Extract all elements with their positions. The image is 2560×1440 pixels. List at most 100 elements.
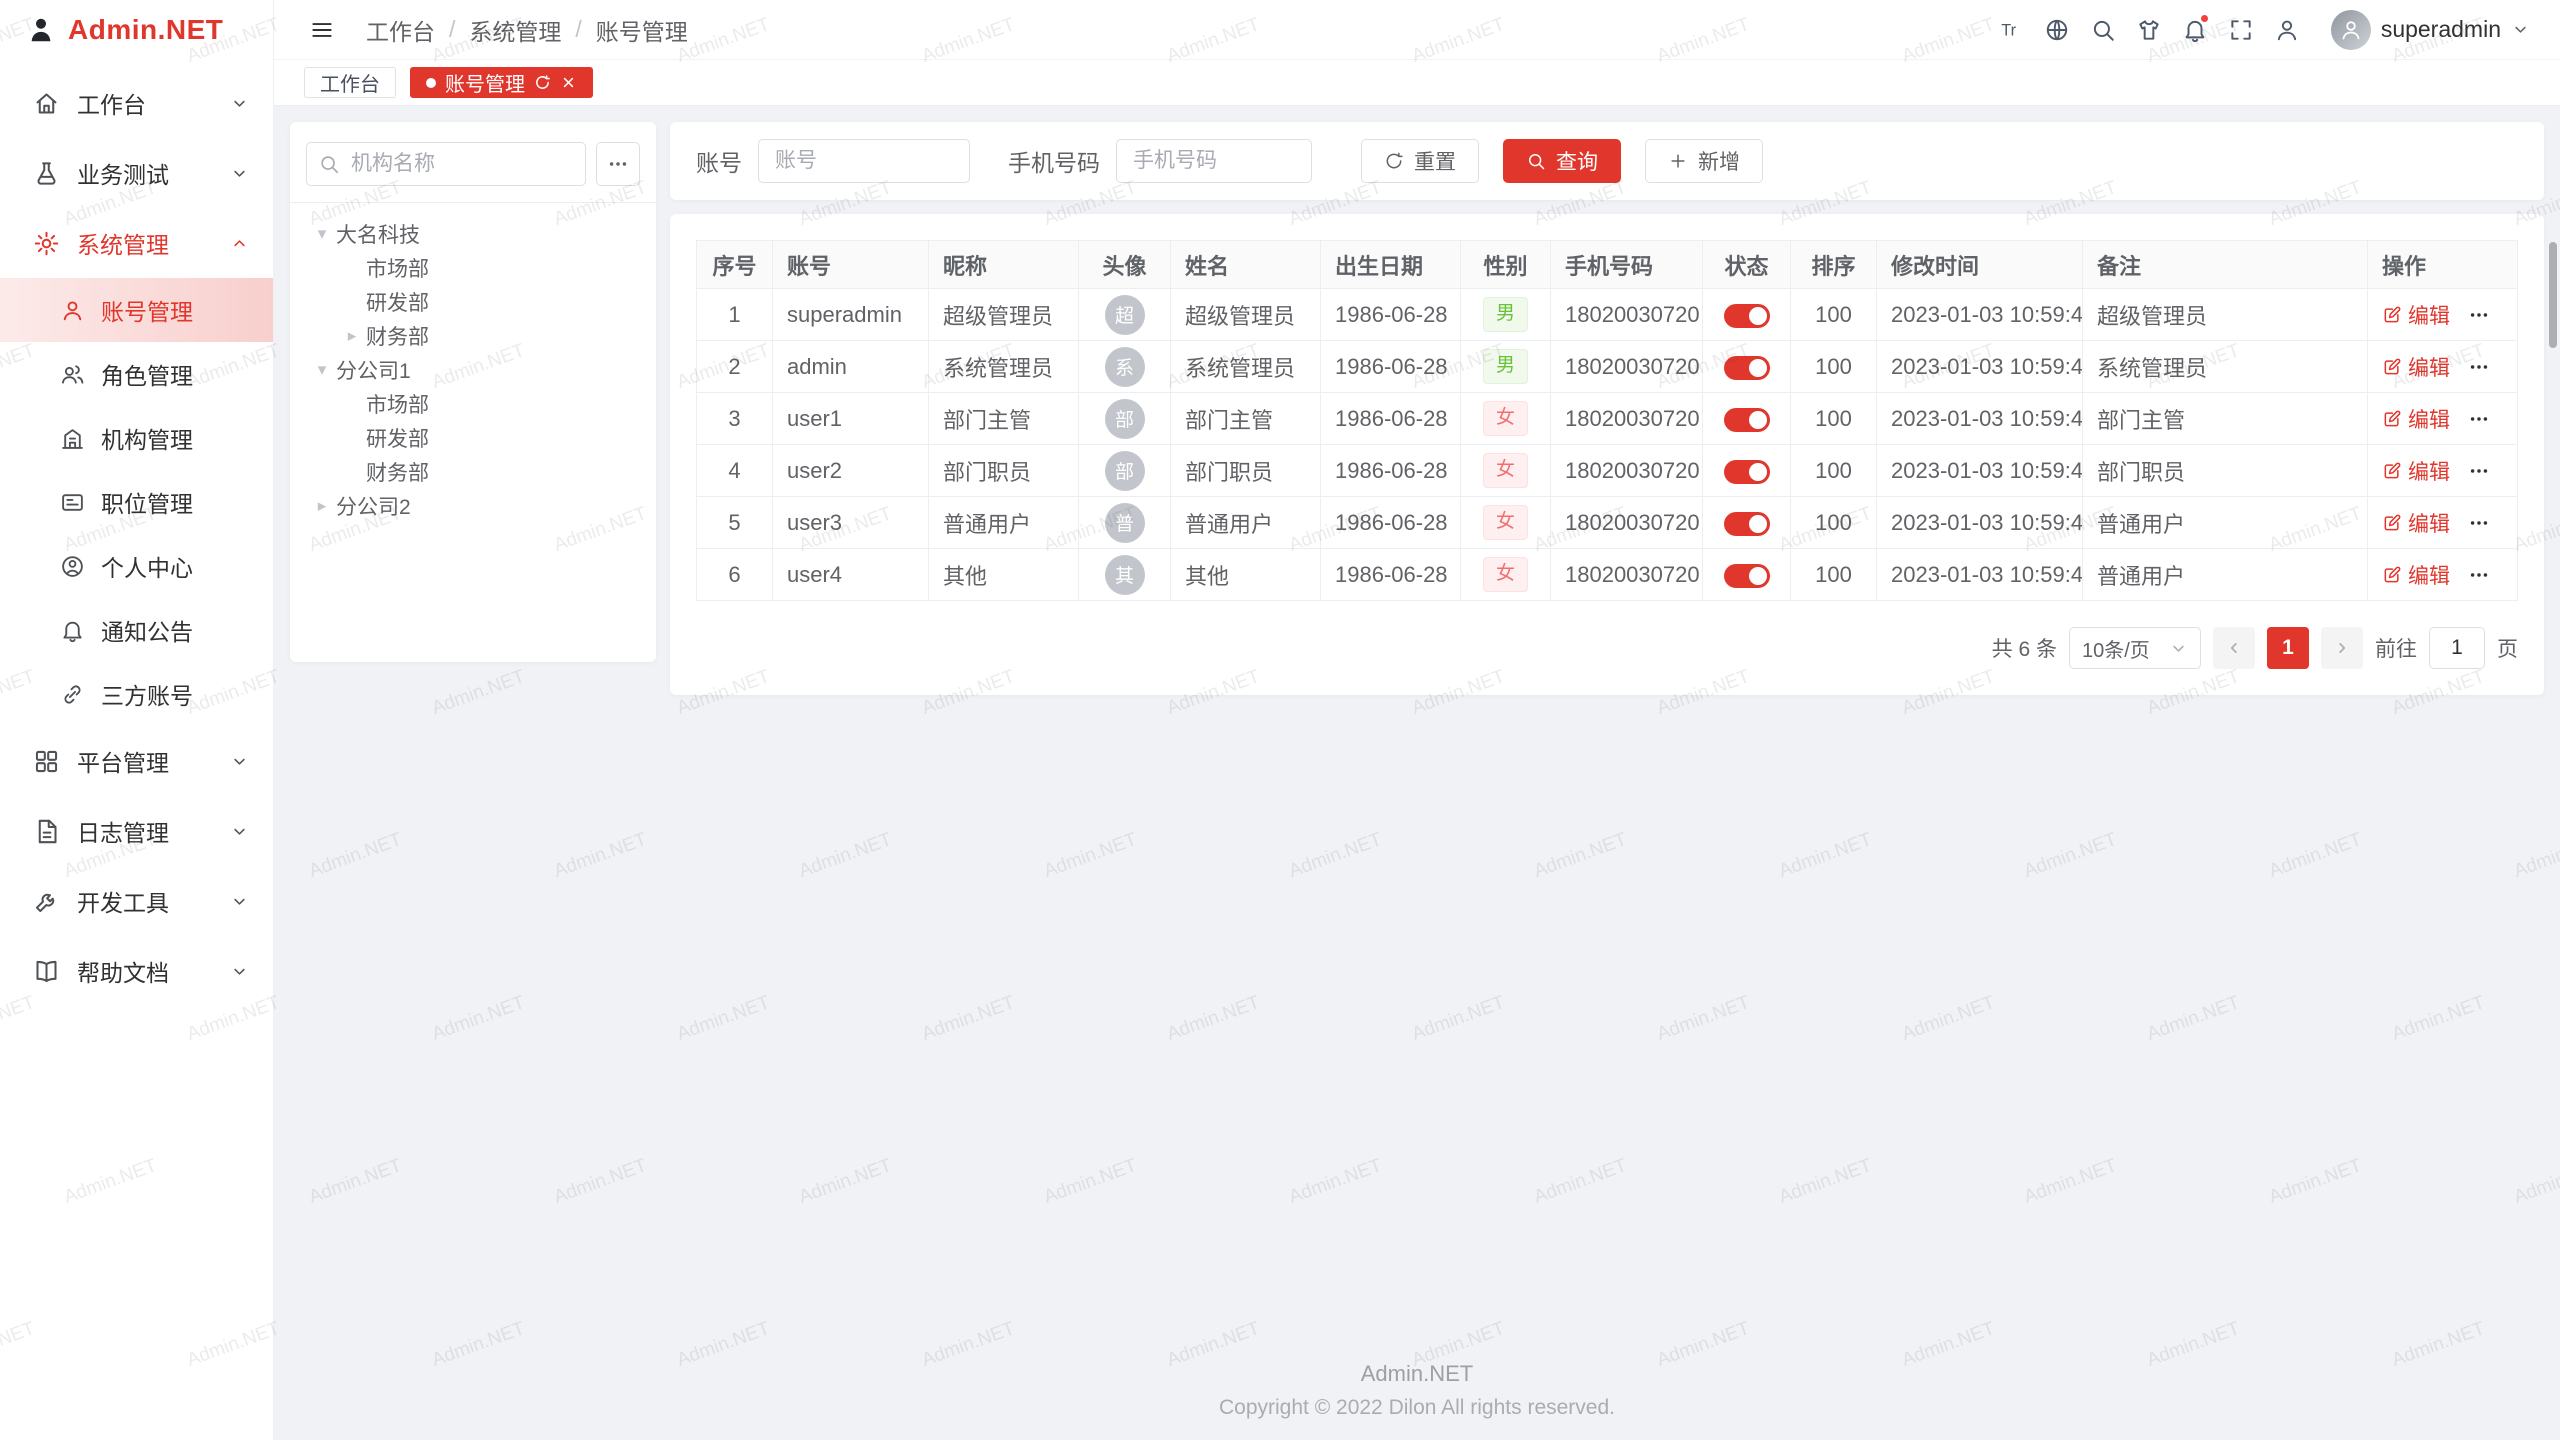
sidebar-item-help-docs[interactable]: 帮助文档 xyxy=(0,936,273,1006)
cell-gender: 男 xyxy=(1461,341,1551,393)
add-button[interactable]: 新增 xyxy=(1645,139,1763,183)
edit-button[interactable]: 编辑 xyxy=(2382,560,2450,590)
search-button[interactable]: 查询 xyxy=(1503,139,1621,183)
sidebar-subitem-third-account[interactable]: 三方账号 xyxy=(0,662,273,726)
sidebar-subitem-role-manage[interactable]: 角色管理 xyxy=(0,342,273,406)
component-size-button[interactable] xyxy=(2035,8,2079,52)
submenu-system-manage: 账号管理角色管理机构管理职位管理个人中心通知公告三方账号 xyxy=(0,278,273,726)
goto-page-input[interactable] xyxy=(2429,627,2485,669)
sidebar-subitem-account-manage[interactable]: 账号管理 xyxy=(0,278,273,342)
cell-gender: 女 xyxy=(1461,497,1551,549)
table-row: 4user2部门职员部部门职员1986-06-28女18020030720100… xyxy=(697,445,2518,497)
footer-title: Admin.NET xyxy=(274,1361,2560,1387)
edit-button[interactable]: 编辑 xyxy=(2382,508,2450,538)
cell-name: 普通用户 xyxy=(1171,497,1321,549)
row-more-button[interactable] xyxy=(2468,408,2490,430)
globe-icon xyxy=(2044,17,2070,43)
gender-badge: 女 xyxy=(1483,557,1528,592)
sidebar-item-dev-tools[interactable]: 开发工具 xyxy=(0,866,273,936)
sidebar-subitem-label: 职位管理 xyxy=(101,485,249,519)
status-switch[interactable] xyxy=(1724,460,1770,484)
edit-button[interactable]: 编辑 xyxy=(2382,300,2450,330)
tree-node-label: 研发部 xyxy=(366,287,429,317)
account-input[interactable] xyxy=(758,139,970,183)
org-search-input[interactable] xyxy=(306,142,586,186)
notifications-button[interactable] xyxy=(2173,8,2217,52)
org-more-button[interactable] xyxy=(596,142,640,186)
chevron-down-icon xyxy=(230,892,249,911)
tree-node[interactable]: ▸分公司2 xyxy=(300,489,646,523)
tree-node[interactable]: ▸财务部 xyxy=(300,319,646,353)
sidebar-subitem-org-manage[interactable]: 机构管理 xyxy=(0,406,273,470)
cell-modified-time: 2023-01-03 10:59:44 xyxy=(1877,445,2083,497)
tree-node[interactable]: ▾分公司1 xyxy=(300,353,646,387)
sidebar-item-log-manage[interactable]: 日志管理 xyxy=(0,796,273,866)
prev-page-button[interactable] xyxy=(2213,627,2255,669)
tab-account-manage[interactable]: 账号管理 xyxy=(410,67,593,98)
status-switch[interactable] xyxy=(1724,356,1770,380)
caret-right-icon[interactable]: ▸ xyxy=(308,496,336,516)
row-more-button[interactable] xyxy=(2468,512,2490,534)
user-menu[interactable]: superadmin xyxy=(2331,10,2530,50)
caret-down-icon[interactable]: ▾ xyxy=(308,224,336,244)
page-size-select[interactable]: 10条/页 xyxy=(2069,627,2201,669)
hamburger-button[interactable] xyxy=(300,8,344,52)
reset-button[interactable]: 重置 xyxy=(1361,139,1479,183)
breadcrumb-item[interactable]: 系统管理 xyxy=(469,13,561,47)
topbar: 工作台/系统管理/账号管理 superadmin xyxy=(274,0,2560,60)
status-switch[interactable] xyxy=(1724,564,1770,588)
sidebar-item-workbench[interactable]: 工作台 xyxy=(0,68,273,138)
tree-node[interactable]: 研发部 xyxy=(300,285,646,319)
sidebar-subitem-notice[interactable]: 通知公告 xyxy=(0,598,273,662)
status-switch[interactable] xyxy=(1724,304,1770,328)
row-more-button[interactable] xyxy=(2468,564,2490,586)
scrollbar-thumb[interactable] xyxy=(2549,242,2557,348)
cell-name: 系统管理员 xyxy=(1171,341,1321,393)
tree-node[interactable]: 研发部 xyxy=(300,421,646,455)
phone-input[interactable] xyxy=(1116,139,1312,183)
edit-button[interactable]: 编辑 xyxy=(2382,404,2450,434)
tree-node[interactable]: 市场部 xyxy=(300,387,646,421)
table-row: 2admin系统管理员系系统管理员1986-06-28男180200307201… xyxy=(697,341,2518,393)
sidebar-subitem-user-center[interactable]: 个人中心 xyxy=(0,534,273,598)
cell-name: 超级管理员 xyxy=(1171,289,1321,341)
caret-right-icon[interactable]: ▸ xyxy=(338,326,366,346)
next-page-button[interactable] xyxy=(2321,627,2363,669)
close-icon[interactable] xyxy=(560,74,577,91)
edit-button[interactable]: 编辑 xyxy=(2382,352,2450,382)
page-unit-label: 页 xyxy=(2497,633,2518,663)
refresh-icon[interactable] xyxy=(534,74,551,91)
chevron-down-icon xyxy=(2169,639,2188,658)
search-button[interactable] xyxy=(2081,8,2125,52)
row-more-button[interactable] xyxy=(2468,460,2490,482)
fullscreen-button[interactable] xyxy=(2219,8,2263,52)
tab-workbench[interactable]: 工作台 xyxy=(304,67,396,98)
font-size-button[interactable] xyxy=(1989,8,2033,52)
status-switch[interactable] xyxy=(1724,512,1770,536)
sidebar-subitem-position-manage[interactable]: 职位管理 xyxy=(0,470,273,534)
cell-actions: 编辑 xyxy=(2368,341,2518,393)
page-number[interactable]: 1 xyxy=(2267,627,2309,669)
cell-sort: 100 xyxy=(1791,497,1877,549)
row-avatar: 部 xyxy=(1105,399,1145,439)
breadcrumb-item[interactable]: 工作台 xyxy=(366,13,435,47)
cell-nickname: 超级管理员 xyxy=(929,289,1079,341)
sidebar-item-platform-manage[interactable]: 平台管理 xyxy=(0,726,273,796)
theme-button[interactable] xyxy=(2127,8,2171,52)
sidebar-item-system-manage[interactable]: 系统管理 xyxy=(0,208,273,278)
cell-nickname: 普通用户 xyxy=(929,497,1079,549)
avatar-person-icon xyxy=(2339,18,2363,42)
status-switch[interactable] xyxy=(1724,408,1770,432)
user-setting-button[interactable] xyxy=(2265,8,2309,52)
cell-status xyxy=(1703,341,1791,393)
tree-node[interactable]: 财务部 xyxy=(300,455,646,489)
cell-avatar: 普 xyxy=(1079,497,1171,549)
tree-node[interactable]: 市场部 xyxy=(300,251,646,285)
tree-node[interactable]: ▾大名科技 xyxy=(300,217,646,251)
row-more-button[interactable] xyxy=(2468,356,2490,378)
caret-down-icon[interactable]: ▾ xyxy=(308,360,336,380)
sidebar-item-business-test[interactable]: 业务测试 xyxy=(0,138,273,208)
cell-nickname: 部门主管 xyxy=(929,393,1079,445)
row-more-button[interactable] xyxy=(2468,304,2490,326)
edit-button[interactable]: 编辑 xyxy=(2382,456,2450,486)
